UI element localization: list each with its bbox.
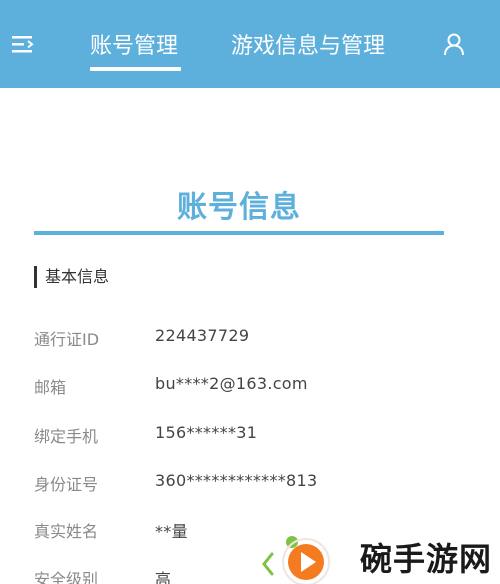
watermark-text: 碗手游网	[360, 540, 493, 578]
info-label: 真实姓名	[34, 522, 99, 541]
top-navigation-bar: 账号管理 游戏信息与管理	[0, 0, 500, 88]
info-label: 绑定手机	[34, 427, 99, 446]
play-logo-icon	[262, 536, 330, 584]
info-row-email: 邮箱 bu****2@163.com	[34, 374, 454, 398]
tab-account-management[interactable]: 账号管理	[90, 28, 178, 60]
info-row-passport-id: 通行证ID 224437729	[34, 326, 454, 350]
page-title: 账号信息	[177, 190, 301, 225]
info-row-id-number: 身份证号 360************813	[34, 471, 454, 495]
info-label: 通行证ID	[34, 330, 100, 349]
section-label: 基本信息	[45, 267, 110, 286]
site-watermark: 碗手游网	[252, 524, 500, 584]
active-tab-indicator	[90, 67, 181, 71]
info-label: 身份证号	[34, 475, 99, 494]
info-value: 高	[155, 570, 172, 584]
info-value: 224437729	[155, 326, 250, 345]
info-value: **量	[155, 522, 188, 541]
title-divider	[34, 231, 444, 235]
info-value: bu****2@163.com	[155, 374, 308, 393]
user-icon[interactable]	[442, 32, 466, 56]
section-marker	[34, 266, 37, 288]
menu-icon[interactable]	[12, 34, 36, 54]
info-label: 邮箱	[34, 378, 67, 397]
info-row-phone: 绑定手机 156******31	[34, 423, 454, 447]
info-label: 安全级别	[34, 570, 99, 584]
info-value: 156******31	[155, 423, 258, 442]
info-value: 360************813	[155, 471, 318, 490]
tab-game-info-management[interactable]: 游戏信息与管理	[231, 28, 385, 60]
